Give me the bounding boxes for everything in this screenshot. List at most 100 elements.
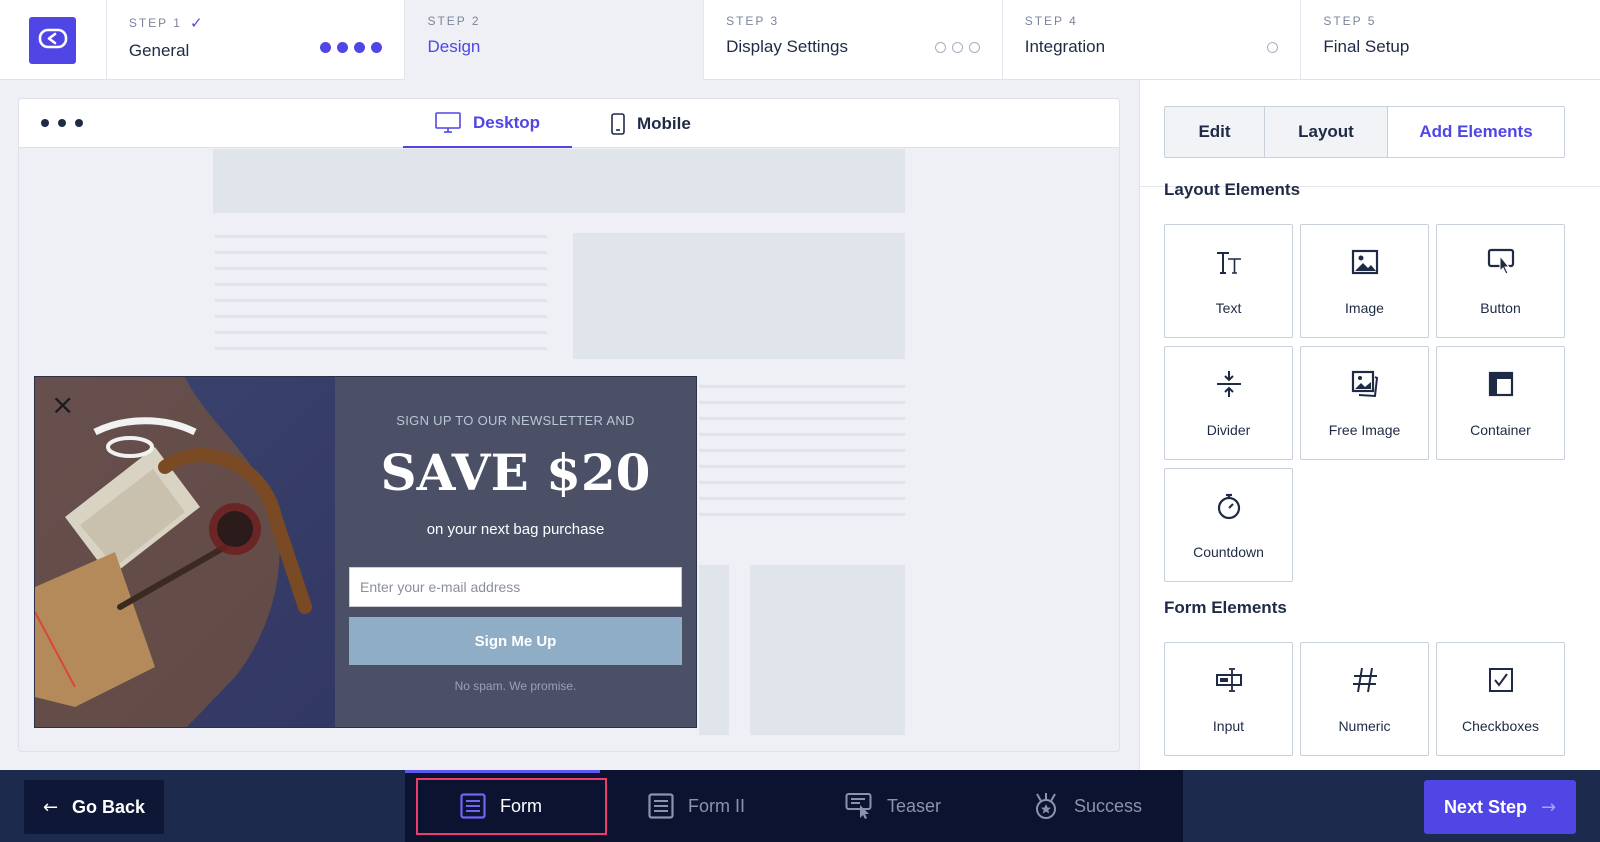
email-field[interactable] (349, 567, 682, 607)
tile-label: Divider (1206, 422, 1251, 438)
tile-label: Numeric (1338, 718, 1391, 734)
preview-header: Desktop Mobile (19, 99, 1119, 148)
progress-dot (951, 42, 963, 53)
tile-label: Text (1215, 300, 1242, 316)
next-step-button[interactable]: Next Step → (1424, 780, 1576, 834)
placeholder-block (750, 565, 905, 735)
tab-edit[interactable]: Edit (1165, 107, 1265, 157)
element-image[interactable]: Image (1300, 224, 1429, 338)
page-label: Success (1074, 795, 1143, 816)
button-icon (1487, 248, 1514, 275)
progress-dot (320, 42, 332, 53)
progress-dot (371, 42, 383, 53)
step-name: Final Setup (1323, 37, 1410, 56)
step-number: STEP 2 (427, 14, 481, 28)
popup-subtitle: on your next bag purchase (426, 521, 605, 538)
step-progress-dots (1267, 42, 1279, 53)
step-number: STEP 1 (128, 16, 182, 30)
tab-mobile[interactable]: Mobile (579, 99, 723, 148)
page-teaser[interactable]: Teaser (845, 770, 941, 842)
placeholder-banner (213, 149, 905, 213)
step-number: STEP 4 (1024, 14, 1078, 28)
go-back-button[interactable]: ← Go Back (24, 780, 164, 834)
element-text[interactable]: Text (1164, 224, 1293, 338)
page-success[interactable]: Success (1032, 770, 1142, 842)
bag-illustration (35, 377, 312, 727)
close-icon[interactable]: × (51, 391, 74, 419)
countdown-icon (1217, 493, 1240, 520)
step-name: Design (427, 37, 481, 56)
page-label: Teaser (887, 795, 942, 816)
progress-dot (934, 42, 946, 53)
button-label: Go Back (72, 796, 146, 817)
element-checkboxes[interactable]: Checkboxes (1436, 642, 1565, 756)
checkbox-icon (1488, 668, 1513, 692)
success-icon (1036, 793, 1056, 819)
desktop-icon (435, 111, 461, 133)
preview-canvas: Desktop Mobile × SIGN UP TO OUR NEWSLETT… (18, 98, 1120, 752)
step-display-settings[interactable]: STEP 3 Display Settings (704, 0, 1003, 80)
tile-label: Container (1470, 422, 1531, 438)
text-icon (1216, 252, 1241, 274)
container-icon (1488, 371, 1513, 397)
elements-sidebar: Edit Layout Add Elements Layout Elements… (1139, 80, 1600, 770)
step-design[interactable]: STEP 2 Design (405, 0, 705, 80)
element-divider[interactable]: Divider (1164, 346, 1293, 460)
popup-note: No spam. We promise. (454, 679, 577, 693)
page-label: Form (500, 795, 542, 816)
element-input[interactable]: Input (1164, 642, 1293, 756)
tab-label: Desktop (473, 112, 541, 132)
tile-label: Free Image (1328, 422, 1401, 438)
step-name: Integration (1024, 37, 1106, 56)
element-button[interactable]: Button (1436, 224, 1565, 338)
tab-desktop[interactable]: Desktop (403, 99, 573, 148)
step-number: STEP 5 (1323, 14, 1377, 28)
image-icon (1351, 249, 1378, 275)
element-numeric[interactable]: Numeric (1300, 642, 1429, 756)
layout-elements-title: Layout Elements (1164, 180, 1301, 199)
form-icon (648, 793, 674, 819)
divider-icon (1216, 371, 1241, 397)
element-free-image[interactable]: Free Image (1300, 346, 1429, 460)
app-logo[interactable] (29, 16, 77, 64)
step-progress-dots (320, 42, 383, 53)
popup-headline: SAVE $20 (380, 443, 651, 502)
step-number: STEP 3 (726, 14, 780, 28)
progress-dot (354, 42, 366, 53)
step-progress-dots (934, 42, 980, 53)
progress-dot (968, 42, 980, 53)
input-icon (1215, 668, 1242, 692)
numeric-icon (1352, 667, 1377, 693)
tab-label: Mobile (637, 113, 691, 133)
page-label: Form II (688, 795, 745, 816)
teaser-icon (845, 793, 872, 819)
placeholder-image (573, 233, 905, 359)
newsletter-popup: × SIGN UP TO OUR NEWSLETTER AND SAVE $20… (34, 376, 697, 728)
popup-pretitle: SIGN UP TO OUR NEWSLETTER AND (396, 413, 635, 428)
placeholder-block (699, 565, 729, 735)
bag-photo (35, 377, 335, 727)
tile-label: Button (1480, 300, 1521, 316)
step-final-setup[interactable]: STEP 5 Final Setup (1301, 0, 1600, 80)
step-integration[interactable]: STEP 4 Integration (1003, 0, 1302, 80)
logo-icon (38, 28, 68, 49)
logo-cell (0, 0, 107, 80)
bottom-bar: ← Go Back Form Form II Teaser Success Ne… (0, 770, 1600, 842)
tile-label: Checkboxes (1461, 718, 1540, 734)
step-general[interactable]: STEP 1 ✓ General (107, 0, 406, 80)
page-form-ii[interactable]: Form II (648, 770, 745, 842)
button-label: Next Step (1443, 796, 1527, 817)
sign-up-button[interactable]: Sign Me Up (349, 617, 682, 665)
sidebar-tabs: Edit Layout Add Elements (1164, 106, 1565, 158)
tile-label: Image (1345, 300, 1384, 316)
page-form[interactable]: Form (460, 770, 542, 842)
element-countdown[interactable]: Countdown (1164, 468, 1293, 582)
progress-dot (1267, 42, 1279, 53)
element-container[interactable]: Container (1436, 346, 1565, 460)
arrow-right-icon: → (1540, 796, 1557, 818)
tile-label: Input (1212, 718, 1245, 734)
progress-dot (337, 42, 349, 53)
popup-content: SIGN UP TO OUR NEWSLETTER AND SAVE $20 o… (333, 377, 696, 727)
tab-add-elements[interactable]: Add Elements (1388, 107, 1564, 157)
tab-layout[interactable]: Layout (1265, 107, 1388, 157)
